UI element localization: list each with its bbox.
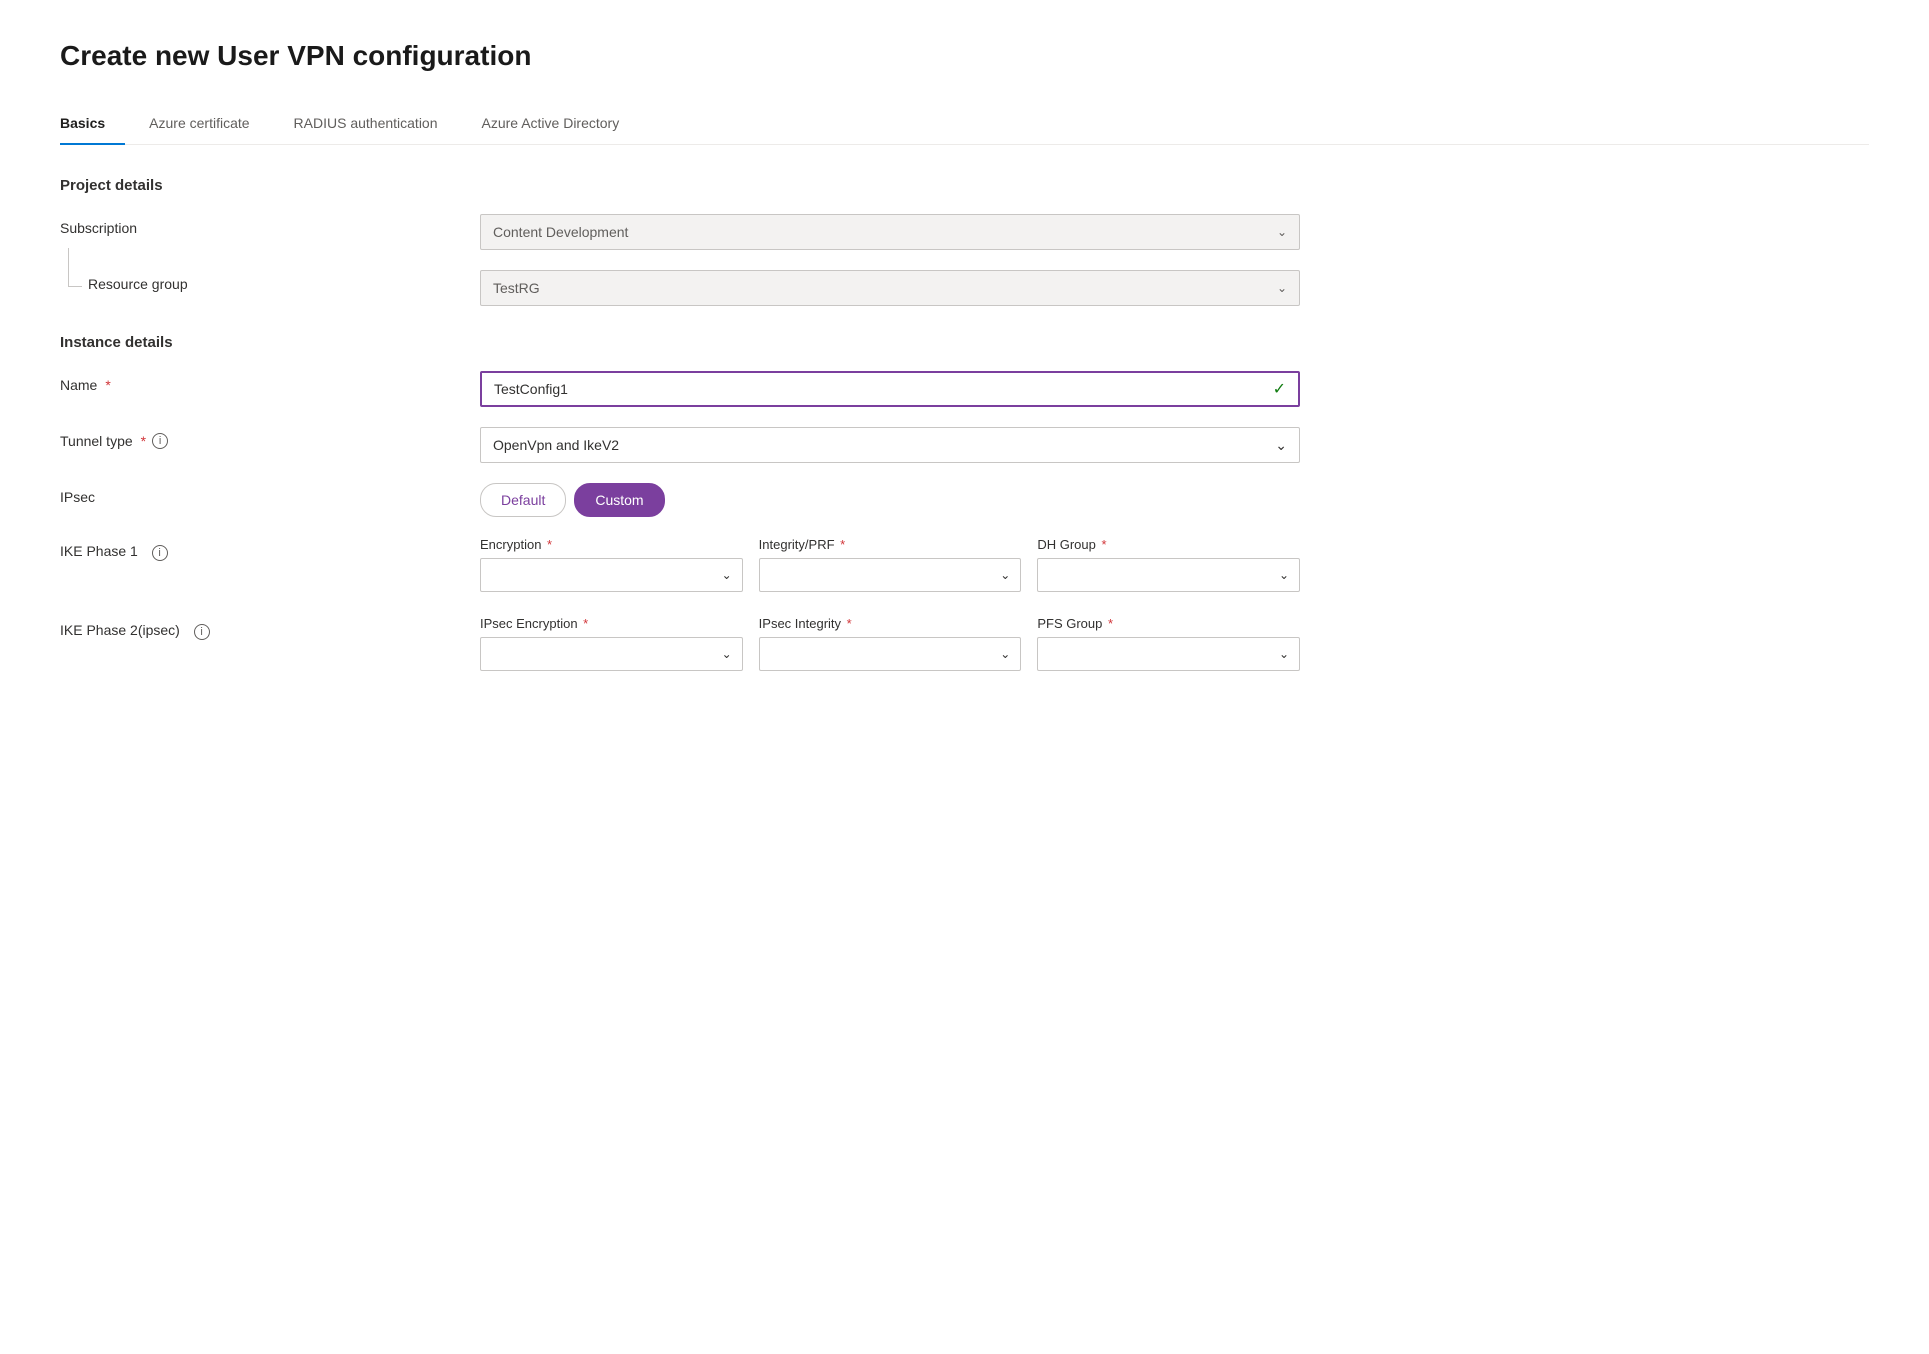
tab-basics[interactable]: Basics <box>60 105 125 145</box>
tab-azure-active-directory[interactable]: Azure Active Directory <box>482 105 640 145</box>
ipsec-encryption-group: IPsec Encryption * ⌄ <box>480 616 743 671</box>
ike-phase2-dropdowns: IPsec Encryption * ⌄ IPsec Integrity * ⌄ <box>480 616 1300 671</box>
subscription-row: Subscription Content Development ⌄ <box>60 214 1869 250</box>
resource-group-dropdown[interactable]: TestRG ⌄ <box>480 270 1300 306</box>
pfs-group-required-star: * <box>1108 616 1113 631</box>
subscription-dropdown[interactable]: Content Development ⌄ <box>480 214 1300 250</box>
ike-phase1-label-col: IKE Phase 1 i <box>60 537 480 561</box>
ipsec-integrity-group: IPsec Integrity * ⌄ <box>759 616 1022 671</box>
integrity-prf-dropdown[interactable]: ⌄ <box>759 558 1022 592</box>
ipsec-input-col: Default Custom <box>480 483 1300 517</box>
ike-phase2-label: IKE Phase 2(ipsec) <box>60 622 180 638</box>
tunnel-type-input-col: OpenVpn and IkeV2 ⌄ <box>480 427 1300 463</box>
resource-group-label: Resource group <box>60 270 480 292</box>
pfs-group-label: PFS Group * <box>1037 616 1300 631</box>
resource-group-value: TestRG <box>493 280 540 296</box>
integrity-prf-label: Integrity/PRF * <box>759 537 1022 552</box>
dh-group-dropdown[interactable]: ⌄ <box>1037 558 1300 592</box>
ipsec-custom-button[interactable]: Custom <box>574 483 664 517</box>
ike-phase1-dropdowns: Encryption * ⌄ Integrity/PRF * ⌄ <box>480 537 1300 592</box>
dh-group-group: DH Group * ⌄ <box>1037 537 1300 592</box>
name-label: Name * <box>60 371 480 393</box>
ike-phase2-row: IKE Phase 2(ipsec) i IPsec Encryption * … <box>60 616 1869 671</box>
ipsec-toggle: Default Custom <box>480 483 1300 517</box>
ipsec-integrity-label: IPsec Integrity * <box>759 616 1022 631</box>
dh-group-required-star: * <box>1102 537 1107 552</box>
ipsec-integrity-dropdown[interactable]: ⌄ <box>759 637 1022 671</box>
tunnel-type-required-star: * <box>141 433 146 449</box>
ipsec-integrity-required-star: * <box>847 616 852 631</box>
ike-phase2-info-icon[interactable]: i <box>194 624 210 640</box>
page-title: Create new User VPN configuration <box>60 40 1869 72</box>
resource-group-input-col: TestRG ⌄ <box>480 270 1300 306</box>
encryption-label: Encryption * <box>480 537 743 552</box>
encryption-chevron-icon: ⌄ <box>722 568 732 582</box>
tunnel-type-label: Tunnel type * i <box>60 427 480 449</box>
ipsec-integrity-chevron-icon: ⌄ <box>1000 647 1010 661</box>
tabs-container: Basics Azure certificate RADIUS authenti… <box>60 104 1869 145</box>
tunnel-type-chevron-icon: ⌄ <box>1275 437 1287 454</box>
project-details-title: Project details <box>60 177 1869 194</box>
pfs-group-dropdown[interactable]: ⌄ <box>1037 637 1300 671</box>
tunnel-type-value: OpenVpn and IkeV2 <box>493 437 619 453</box>
name-value: TestConfig1 <box>494 381 568 397</box>
encryption-required-star: * <box>547 537 552 552</box>
ipsec-default-button[interactable]: Default <box>480 483 566 517</box>
resource-group-chevron-icon: ⌄ <box>1277 281 1287 295</box>
dh-group-chevron-icon: ⌄ <box>1279 568 1289 582</box>
ike-phase1-info-icon[interactable]: i <box>152 545 168 561</box>
integrity-prf-chevron-icon: ⌄ <box>1000 568 1010 582</box>
instance-details-section: Instance details Name * TestConfig1 ✓ Tu… <box>60 334 1869 671</box>
tab-radius-authentication[interactable]: RADIUS authentication <box>294 105 458 145</box>
tunnel-type-dropdown[interactable]: OpenVpn and IkeV2 ⌄ <box>480 427 1300 463</box>
integrity-prf-group: Integrity/PRF * ⌄ <box>759 537 1022 592</box>
ipsec-row: IPsec Default Custom <box>60 483 1869 517</box>
integrity-prf-required-star: * <box>840 537 845 552</box>
name-input[interactable]: TestConfig1 ✓ <box>480 371 1300 407</box>
tunnel-type-info-icon[interactable]: i <box>152 433 168 449</box>
tab-azure-certificate[interactable]: Azure certificate <box>149 105 269 145</box>
ipsec-encryption-dropdown[interactable]: ⌄ <box>480 637 743 671</box>
encryption-group: Encryption * ⌄ <box>480 537 743 592</box>
ipsec-encryption-chevron-icon: ⌄ <box>722 647 732 661</box>
resource-group-row: Resource group TestRG ⌄ <box>60 270 1869 306</box>
subscription-label: Subscription <box>60 214 480 236</box>
pfs-group-group: PFS Group * ⌄ <box>1037 616 1300 671</box>
encryption-dropdown[interactable]: ⌄ <box>480 558 743 592</box>
tunnel-type-row: Tunnel type * i OpenVpn and IkeV2 ⌄ <box>60 427 1869 463</box>
ipsec-label: IPsec <box>60 483 480 505</box>
dh-group-label: DH Group * <box>1037 537 1300 552</box>
subscription-input-col: Content Development ⌄ <box>480 214 1300 250</box>
pfs-group-chevron-icon: ⌄ <box>1279 647 1289 661</box>
name-required-star: * <box>105 377 110 393</box>
instance-details-title: Instance details <box>60 334 1869 351</box>
project-details-section: Project details Subscription Content Dev… <box>60 177 1869 306</box>
ike-phase1-label: IKE Phase 1 <box>60 543 138 559</box>
name-input-col: TestConfig1 ✓ <box>480 371 1300 407</box>
name-check-icon: ✓ <box>1273 379 1286 399</box>
ike-phase1-row: IKE Phase 1 i Encryption * ⌄ <box>60 537 1869 592</box>
subscription-value: Content Development <box>493 224 628 240</box>
ipsec-encryption-label: IPsec Encryption * <box>480 616 743 631</box>
ipsec-encryption-required-star: * <box>583 616 588 631</box>
name-row: Name * TestConfig1 ✓ <box>60 371 1869 407</box>
ike-phase2-label-col: IKE Phase 2(ipsec) i <box>60 616 480 640</box>
subscription-chevron-icon: ⌄ <box>1277 225 1287 239</box>
